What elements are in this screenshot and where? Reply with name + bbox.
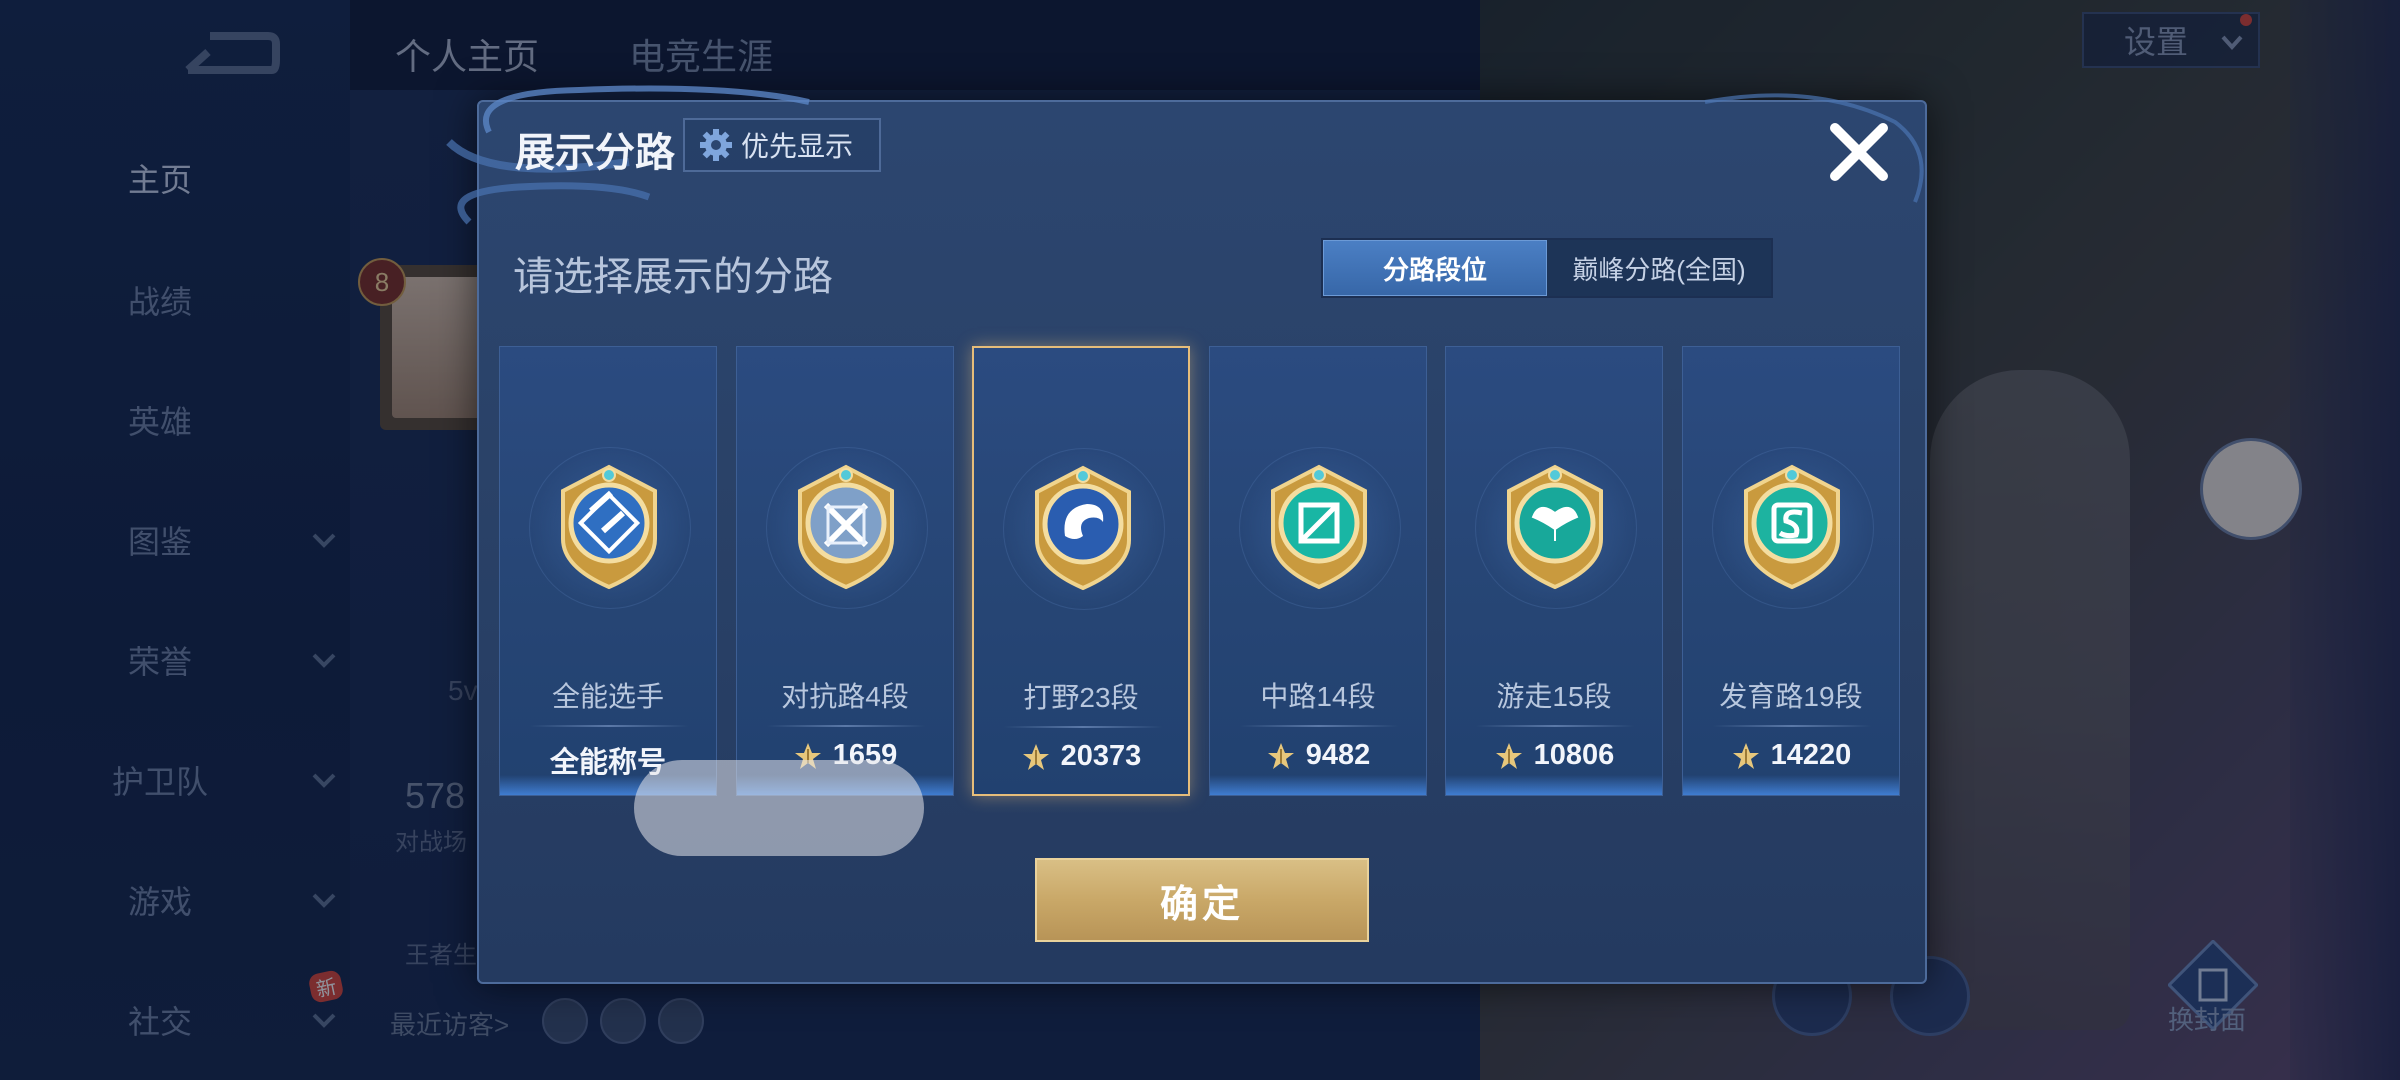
lane-label: 游走15段	[1496, 681, 1612, 712]
lane-label: 全能选手	[551, 681, 664, 712]
wings-icon	[1507, 464, 1603, 590]
lane-score-value: 20373	[1060, 740, 1142, 772]
card-bottom-glow	[1683, 775, 1899, 795]
touch-highlight	[634, 760, 924, 856]
mid-lane-icon	[1271, 464, 1367, 590]
divider	[530, 725, 688, 727]
power-icon	[1022, 743, 1049, 770]
decorative-swirl-right	[1704, 93, 1924, 203]
all-round-icon	[561, 464, 657, 590]
card-bottom-glow	[1446, 775, 1662, 795]
lane-score-value: 9482	[1305, 739, 1371, 771]
lane-label: 对抗路4段	[781, 681, 909, 712]
lane-card[interactable]: 游走15段 10806	[1445, 346, 1663, 796]
medal-container	[1239, 447, 1401, 609]
lane-card[interactable]: 中路14段 9482	[1209, 346, 1427, 796]
lane-card[interactable]: 全能选手 全能称号	[499, 346, 717, 796]
lane-score: 10806	[1446, 739, 1662, 772]
lane-score: 20373	[974, 740, 1188, 773]
divider	[1713, 725, 1871, 727]
confirm-button[interactable]: 确定	[1035, 858, 1369, 942]
card-bottom-glow	[1210, 775, 1426, 795]
lane-card-list: 全能选手 全能称号 对抗路4段 1659 打野23段 20373 中路14段 9482 游走15…	[499, 346, 1905, 796]
divider	[767, 725, 925, 727]
medal-container	[766, 447, 928, 609]
lane-card[interactable]: 打野23段 20373	[972, 346, 1190, 796]
medal-container	[529, 447, 691, 609]
divider	[1476, 725, 1634, 727]
swords-icon	[798, 464, 894, 590]
medal-container	[1712, 447, 1874, 609]
lane-score: 14220	[1683, 739, 1899, 772]
lane-type-toggle: 分路段位 巅峰分路(全国)	[1321, 238, 1773, 298]
toggle-lane-rank[interactable]: 分路段位	[1323, 240, 1547, 296]
medal-container	[1003, 448, 1165, 610]
power-icon	[1267, 742, 1294, 769]
lane-label: 发育路19段	[1719, 681, 1863, 712]
dragon-icon	[1035, 465, 1131, 591]
power-icon	[1495, 742, 1522, 769]
lane-label: 中路14段	[1260, 681, 1376, 712]
farm-lane-icon	[1744, 464, 1840, 590]
gear-icon	[700, 129, 732, 161]
toggle-peak-lane[interactable]: 巅峰分路(全国)	[1547, 240, 1771, 296]
dialog-subtitle: 请选择展示的分路	[513, 255, 833, 299]
lane-card[interactable]: 对抗路4段 1659	[736, 346, 954, 796]
lane-label: 打野23段	[1023, 682, 1139, 713]
medal-container	[1475, 447, 1637, 609]
lane-score-value: 10806	[1533, 739, 1615, 771]
divider	[1004, 726, 1162, 728]
lane-card[interactable]: 发育路19段 14220	[1682, 346, 1900, 796]
power-icon	[1732, 742, 1759, 769]
close-icon[interactable]	[1821, 114, 1897, 190]
dialog-title: 展示分路	[515, 131, 675, 175]
priority-display-button[interactable]: 优先显示	[683, 118, 881, 172]
divider	[1240, 725, 1398, 727]
priority-display-label: 优先显示	[741, 131, 854, 162]
lane-score: 9482	[1210, 739, 1426, 772]
lane-score-value: 14220	[1770, 739, 1852, 771]
